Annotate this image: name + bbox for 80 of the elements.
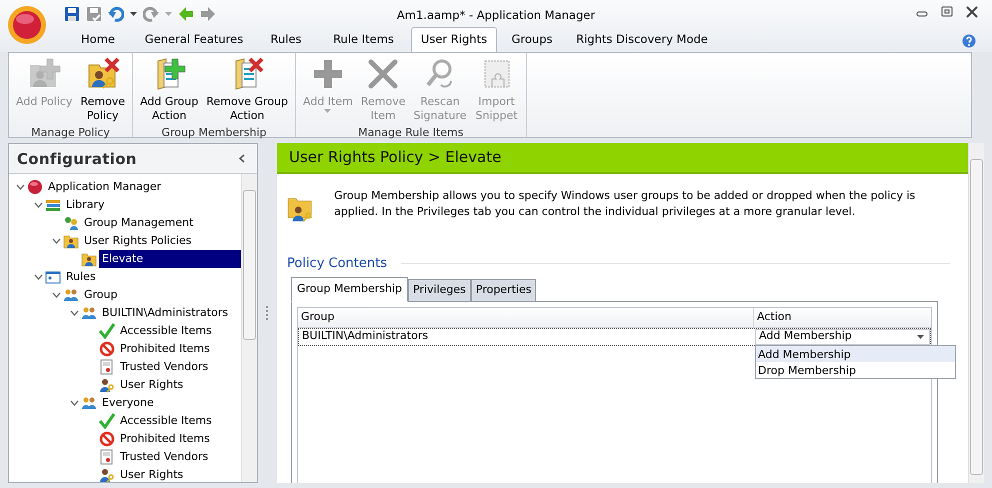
- column-header: Action: [756, 308, 792, 325]
- tree-item[interactable]: User Rights: [117, 466, 186, 482]
- undo-icon[interactable]: [108, 6, 124, 22]
- tree-item[interactable]: Rules: [63, 268, 99, 286]
- restore-icon[interactable]: [941, 6, 953, 18]
- help-icon[interactable]: [962, 34, 976, 48]
- dropdown-caret-icon[interactable]: [130, 12, 137, 16]
- window-title: Am1.aamp* - Application Manager: [396, 7, 596, 24]
- ribbon-group-label: Manage Rule Items: [357, 125, 464, 141]
- tree-item[interactable]: User Rights Policies: [81, 232, 194, 250]
- tree-item[interactable]: Application Manager: [45, 178, 164, 196]
- folder-person-remove-icon: [86, 57, 120, 91]
- description-text: Group Membership allows you to specify Windows user groups to be added or dropped when the policy is applied. In the Privileges tab you can control the individual privileges at a more granular level.: [334, 188, 916, 220]
- close-icon[interactable]: [966, 6, 978, 18]
- ribbon-group-label: Manage Policy: [30, 125, 111, 141]
- column-header: Group: [298, 308, 754, 327]
- dropdown-option[interactable]: Drop Membership: [756, 362, 955, 378]
- ribbon-button[interactable]: Add Group Action: [136, 55, 202, 125]
- ribbon-button[interactable]: Remove Group Action: [202, 55, 292, 125]
- tree-item[interactable]: Accessible Items: [117, 412, 215, 430]
- save-icon[interactable]: [64, 6, 80, 22]
- tree-item[interactable]: Group Management: [81, 214, 196, 232]
- expand-toggle-icon[interactable]: [34, 202, 42, 208]
- tree-item[interactable]: Prohibited Items: [117, 430, 213, 448]
- ribbon-group-label: Group Membership: [160, 125, 268, 141]
- scrollbar[interactable]: [968, 143, 984, 483]
- expand-toggle-icon[interactable]: [16, 184, 24, 190]
- scrollbar[interactable]: [241, 174, 257, 482]
- expand-toggle-icon[interactable]: [70, 310, 78, 316]
- ribbon-tab[interactable]: General Features: [132, 26, 256, 52]
- tree-item[interactable]: Trusted Vendors: [117, 358, 212, 376]
- expand-toggle-icon[interactable]: [52, 238, 60, 244]
- users-icon: [81, 305, 97, 321]
- user-key-icon: [99, 377, 115, 393]
- tree-item[interactable]: BUILTIN\Administrators: [99, 304, 232, 322]
- cross-icon: [366, 57, 400, 91]
- users-icon: [81, 395, 97, 411]
- users-icon: [63, 287, 79, 303]
- tree-item[interactable]: Elevate: [99, 250, 241, 268]
- page-header: User Rights Policy > Elevate: [277, 143, 968, 174]
- tree-item[interactable]: Library: [63, 196, 108, 214]
- tab[interactable]: Group Membership: [291, 277, 408, 302]
- ribbon-tab[interactable]: Groups: [497, 26, 567, 52]
- ball-icon: [27, 179, 43, 195]
- tree-item[interactable]: Accessible Items: [117, 322, 215, 340]
- ribbon-tab[interactable]: Rules: [256, 26, 316, 52]
- folder-person-icon: [63, 233, 79, 249]
- app-orb-icon[interactable]: [7, 5, 47, 45]
- dropdown-option[interactable]: Add Membership: [756, 346, 955, 362]
- checkmark-icon: [99, 323, 115, 339]
- certificate-icon: [99, 359, 115, 375]
- table-cell-text: BUILTIN\Administrators: [301, 328, 430, 344]
- expand-toggle-icon[interactable]: [34, 274, 42, 280]
- ribbon-tab[interactable]: Rule Items: [316, 26, 411, 52]
- tab[interactable]: Properties: [470, 279, 536, 302]
- tree-item[interactable]: User Rights: [117, 376, 186, 394]
- collapse-panel-icon[interactable]: [239, 154, 245, 163]
- ribbon-tab[interactable]: Rights Discovery Mode: [567, 26, 717, 52]
- tree-item[interactable]: Trusted Vendors: [117, 448, 212, 466]
- prohibited-icon: [99, 431, 115, 447]
- expand-toggle-icon[interactable]: [70, 400, 78, 406]
- tree-item[interactable]: Group: [81, 286, 120, 304]
- books-icon: [45, 197, 61, 213]
- ribbon-tab[interactable]: User Rights: [411, 26, 497, 52]
- tree-item[interactable]: Everyone: [99, 394, 157, 412]
- checkmark-icon: [99, 413, 115, 429]
- users-icon: [63, 215, 79, 231]
- action-dropdown[interactable]: Add Membership: [755, 328, 930, 345]
- tree-item[interactable]: Prohibited Items: [117, 340, 213, 358]
- certificate-icon: [99, 449, 115, 465]
- prohibited-icon: [99, 341, 115, 357]
- window-icon: [45, 269, 61, 285]
- tab[interactable]: Privileges: [408, 279, 471, 302]
- panel-title: Configuration: [17, 150, 137, 168]
- folder-person-icon: [81, 251, 97, 267]
- user-key-icon: [99, 467, 115, 482]
- section-title: Policy Contents: [287, 256, 388, 272]
- ribbon-tab[interactable]: Home: [64, 26, 132, 52]
- ribbon-button[interactable]: Remove Policy: [76, 55, 130, 125]
- expand-toggle-icon[interactable]: [52, 292, 60, 298]
